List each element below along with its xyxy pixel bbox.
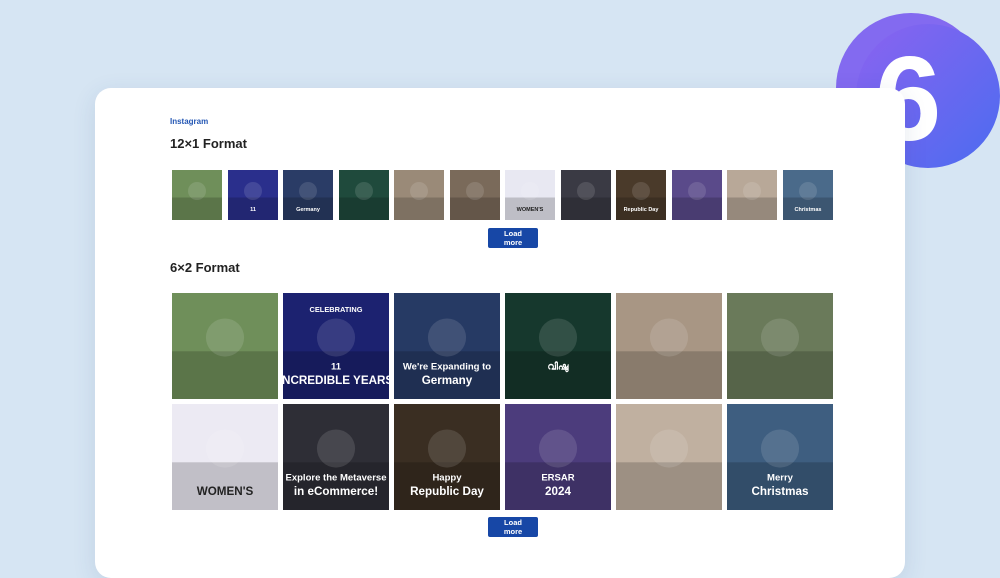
post-mid-text: Explore the Metaverse [285,472,386,483]
post-tile-expanding-germany[interactable]: Germany [283,170,333,220]
post-mid-text: വിഷു [548,359,570,373]
post-caption-text: Republic Day [624,207,660,213]
format2-grid: CELEBRATING 11 INCREDIBLE YEARS We're Expan… [172,293,833,510]
post-tile-anniversary-award[interactable]: ERSAR 2024 [505,404,611,510]
post-tile-womens-day[interactable]: WOMEN'S [505,170,555,220]
post-image [727,182,777,220]
post-tile-vishu-greeting[interactable]: വിഷു [505,293,611,399]
post-image: Germany [283,182,333,220]
post-image [560,182,611,220]
post-tile-vishu-greeting[interactable] [338,170,389,220]
post-image: Merry Christmas [727,429,833,510]
post-image: വിഷു [505,318,611,399]
post-bottom-text: Germany [422,374,473,387]
post-mid-text: Merry [767,472,794,483]
post-image: ERSAR 2024 [505,429,611,510]
post-image [172,318,278,399]
format1-grid: 11 Germany WOMEN'S Republic Day Christmas [172,170,833,220]
post-tile-celebrating-11-years[interactable]: CELEBRATING 11 INCREDIBLE YEARS [283,293,389,399]
post-tile-women-saree-group[interactable] [727,293,833,399]
post-tile-christmas-office[interactable] [727,170,777,220]
post-image: Explore the Metaverse in eCommerce! [283,429,389,510]
post-tile-merry-christmas[interactable]: Christmas [782,170,833,220]
post-caption-text: 11 [250,207,256,213]
load-more-button-2[interactable]: Load more [488,517,538,537]
post-tile-metaverse-ecommerce[interactable]: Explore the Metaverse in eCommerce! [283,404,389,510]
post-mid-text: ERSAR [541,472,574,483]
post-image [727,318,833,399]
format2-title: 6×2 Format [170,260,240,275]
post-tile-expanding-germany[interactable]: We're Expanding to Germany [394,293,500,399]
post-bottom-text: WOMEN'S [197,485,254,498]
section-eyebrow: Instagram [170,117,209,126]
post-caption-text: Christmas [794,207,821,213]
post-tile-republic-day[interactable]: Happy Republic Day [394,404,500,510]
post-tile-women-saree-group[interactable] [449,170,500,220]
post-image: Christmas [782,182,833,220]
post-tile-group-photo[interactable] [172,293,278,399]
post-mid-text: We're Expanding to [403,361,491,372]
post-image [394,182,444,220]
post-bottom-text: in eCommerce! [294,485,378,498]
post-bottom-text: INCREDIBLE YEARS [283,374,389,387]
post-image [172,182,222,220]
post-image [616,318,722,399]
post-tile-anniversary-award[interactable] [671,170,722,220]
post-mid-text: Happy [432,472,462,483]
post-image: 11 [227,182,278,220]
post-tile-merry-christmas[interactable]: Merry Christmas [727,404,833,510]
post-image: WOMEN'S [172,429,278,510]
post-image: Republic Day [616,182,666,220]
post-tile-celebrating-11-years[interactable]: 11 [227,170,278,220]
post-image: We're Expanding to Germany [394,318,500,399]
post-image: WOMEN'S [505,182,555,220]
post-image [671,182,722,220]
post-image [449,182,500,220]
post-tile-office-team[interactable] [394,170,444,220]
post-tile-womens-day[interactable]: WOMEN'S [172,404,278,510]
post-mid-text: 11 [331,361,342,372]
post-image [616,429,722,510]
post-tile-group-photo[interactable] [172,170,222,220]
post-tile-republic-day[interactable]: Republic Day [616,170,666,220]
post-top-text: CELEBRATING [310,305,363,314]
post-tile-metaverse-ecommerce[interactable] [560,170,611,220]
post-bottom-text: 2024 [545,485,571,498]
post-image [338,182,389,220]
post-bottom-text: Christmas [751,485,808,498]
post-bottom-text: Republic Day [410,485,484,498]
post-image: Happy Republic Day [394,429,500,510]
post-tile-christmas-office[interactable] [616,404,722,510]
load-more-button-1[interactable]: Load more [488,228,538,248]
post-caption-text: WOMEN'S [517,207,544,213]
content-card: Instagram 12×1 Format 11 Germany WOMEN'S Re… [95,88,905,578]
format1-title: 12×1 Format [170,136,247,151]
post-image: CELEBRATING 11 INCREDIBLE YEARS [283,305,389,399]
post-tile-office-team[interactable] [616,293,722,399]
post-caption-text: Germany [296,207,321,213]
